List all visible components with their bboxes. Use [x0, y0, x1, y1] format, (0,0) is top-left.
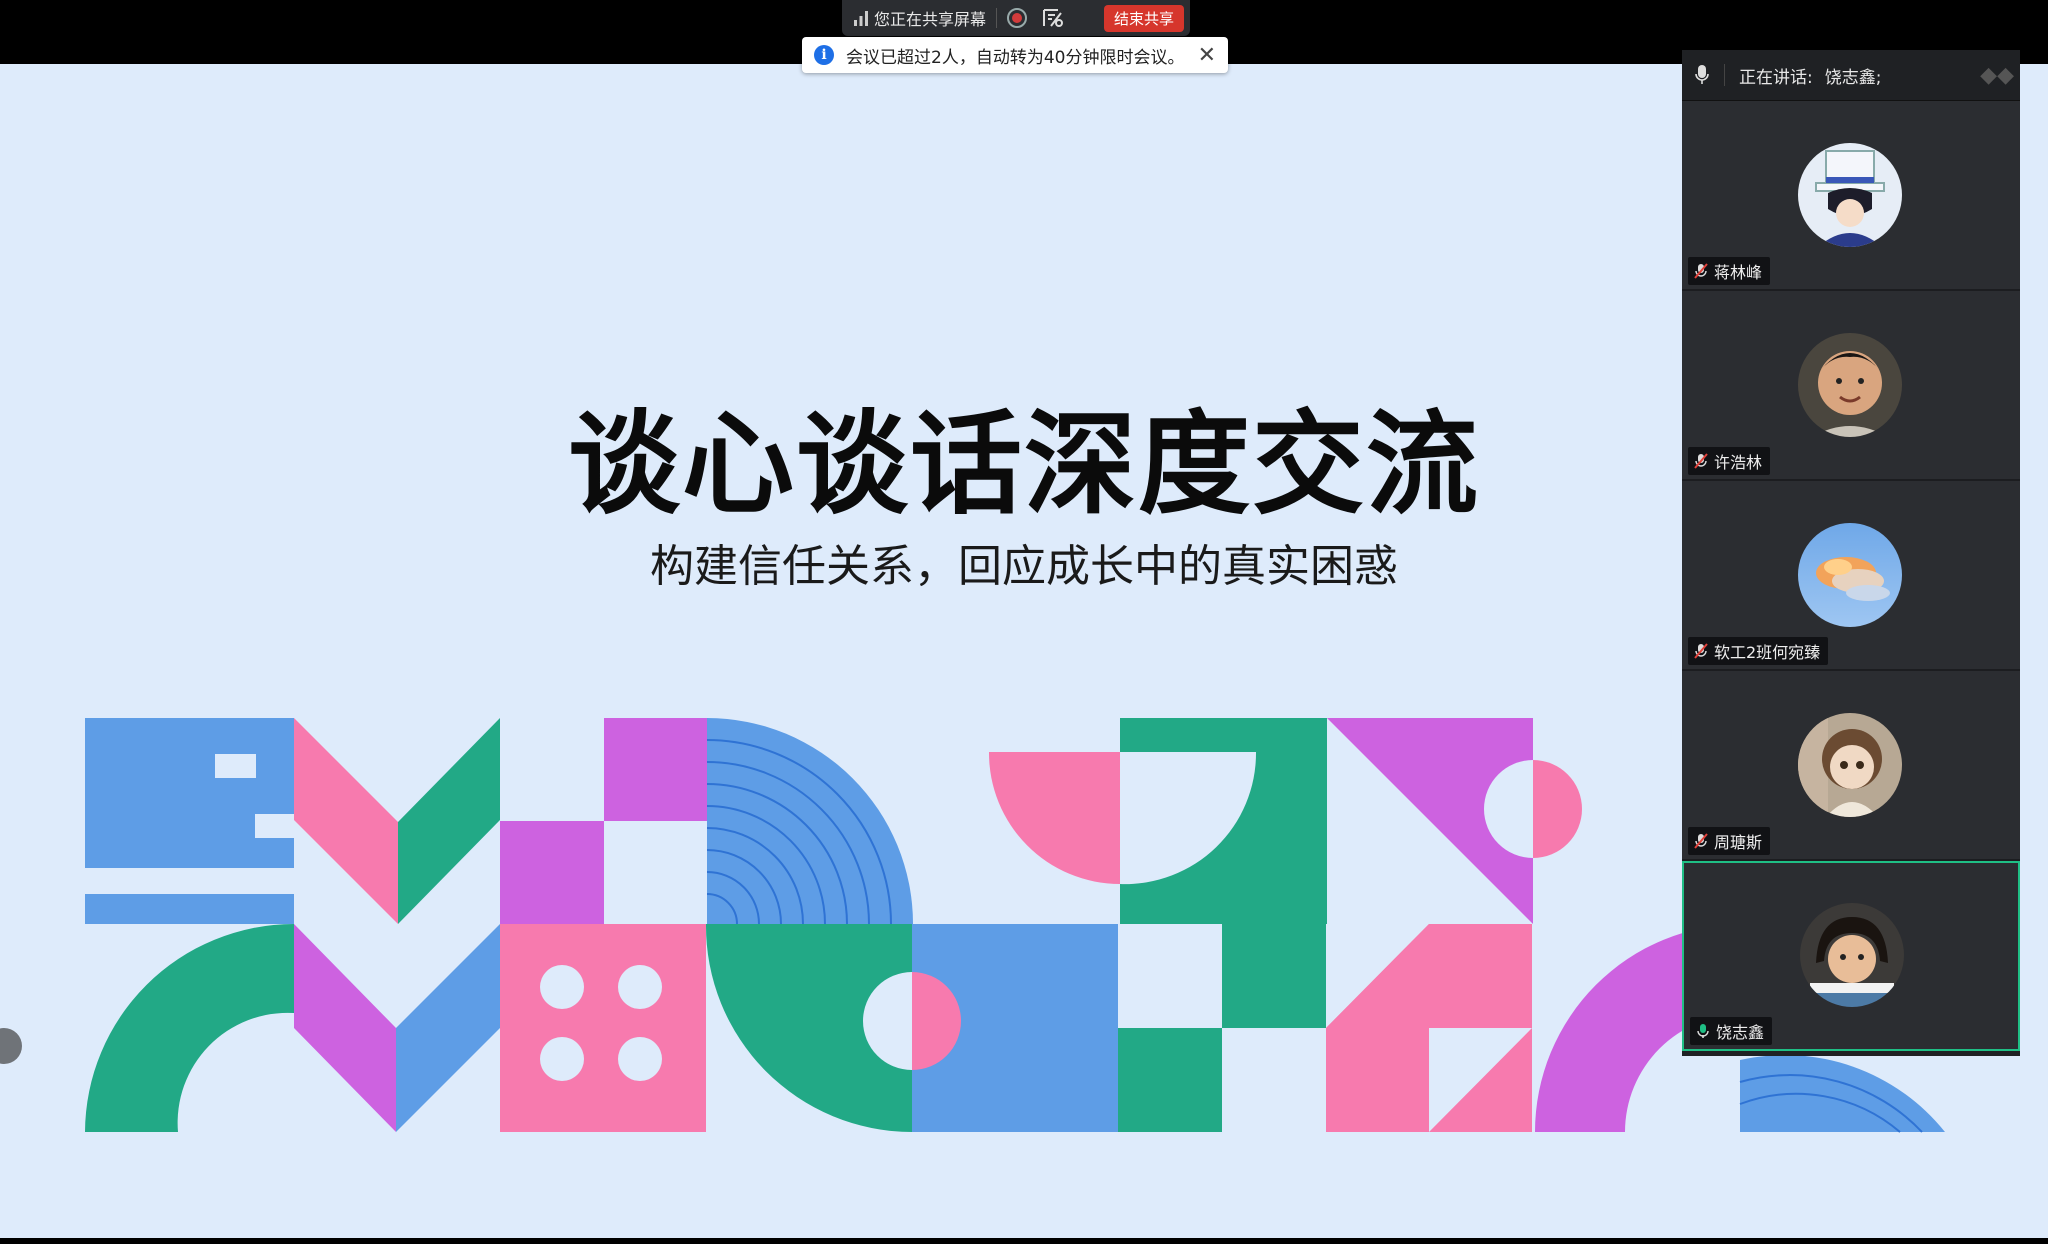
end-share-button[interactable]: 结束共享 — [1103, 4, 1184, 32]
avatar — [1798, 523, 1902, 627]
record-icon[interactable] — [1007, 8, 1028, 28]
mic-muted-icon — [1694, 833, 1708, 849]
divider — [1724, 64, 1725, 86]
participant-name: 软工2班何宛臻 — [1714, 643, 1821, 662]
participant-tile[interactable]: 许浩林 — [1682, 291, 2020, 481]
info-icon: i — [814, 45, 834, 65]
speaking-indicator: 正在讲话: 饶志鑫; ◆◆ — [1682, 50, 2020, 101]
notice-text: 会议已超过2人，自动转为40分钟限时会议。 — [846, 47, 1185, 68]
mic-muted-icon — [1694, 453, 1708, 469]
panel-collapse-icon[interactable]: ◆◆ — [1980, 63, 2014, 88]
avatar — [1798, 143, 1902, 247]
microphone-icon — [1695, 65, 1709, 84]
mic-muted-icon — [1694, 643, 1708, 659]
participant-name-tag: 周瑭斯 — [1688, 827, 1771, 855]
participant-name: 周瑭斯 — [1714, 833, 1763, 852]
speaking-label: 正在讲话: — [1739, 67, 1813, 88]
avatar — [1798, 333, 1902, 437]
mic-active-icon — [1697, 1024, 1709, 1038]
divider — [996, 8, 998, 28]
participant-name-tag: 软工2班何宛臻 — [1688, 637, 1829, 665]
screen-share-bar: 您正在共享屏幕 结束共享 — [842, 0, 1190, 36]
participant-tile[interactable]: 蒋林峰 — [1682, 101, 2020, 291]
meeting-notice: i 会议已超过2人，自动转为40分钟限时会议。 ✕ — [802, 37, 1228, 73]
participant-tile-active-speaker[interactable]: 饶志鑫 — [1682, 861, 2020, 1051]
participant-name: 许浩林 — [1714, 453, 1763, 472]
avatar — [1800, 903, 1904, 1007]
participant-name-tag: 许浩林 — [1688, 447, 1771, 475]
annotate-icon[interactable] — [1041, 7, 1065, 29]
participant-name: 蒋林峰 — [1714, 263, 1763, 282]
close-icon[interactable]: ✕ — [1198, 43, 1216, 68]
participant-name-tag: 饶志鑫 — [1690, 1017, 1773, 1045]
share-status-text: 您正在共享屏幕 — [874, 10, 987, 29]
participant-tile[interactable]: 软工2班何宛臻 — [1682, 481, 2020, 671]
participant-panel: 正在讲话: 饶志鑫; ◆◆ 蒋林峰 许浩林 软工2班何宛臻 周瑭斯 饶志鑫 — [1682, 50, 2020, 1056]
speaking-name: 饶志鑫; — [1824, 67, 1882, 88]
mic-muted-icon — [1694, 263, 1708, 279]
participant-name: 饶志鑫 — [1716, 1023, 1765, 1042]
signal-icon — [854, 11, 868, 26]
bottom-edge — [0, 1238, 2048, 1244]
participant-name-tag: 蒋林峰 — [1688, 257, 1771, 285]
avatar — [1798, 713, 1902, 817]
participant-tile[interactable]: 周瑭斯 — [1682, 671, 2020, 861]
